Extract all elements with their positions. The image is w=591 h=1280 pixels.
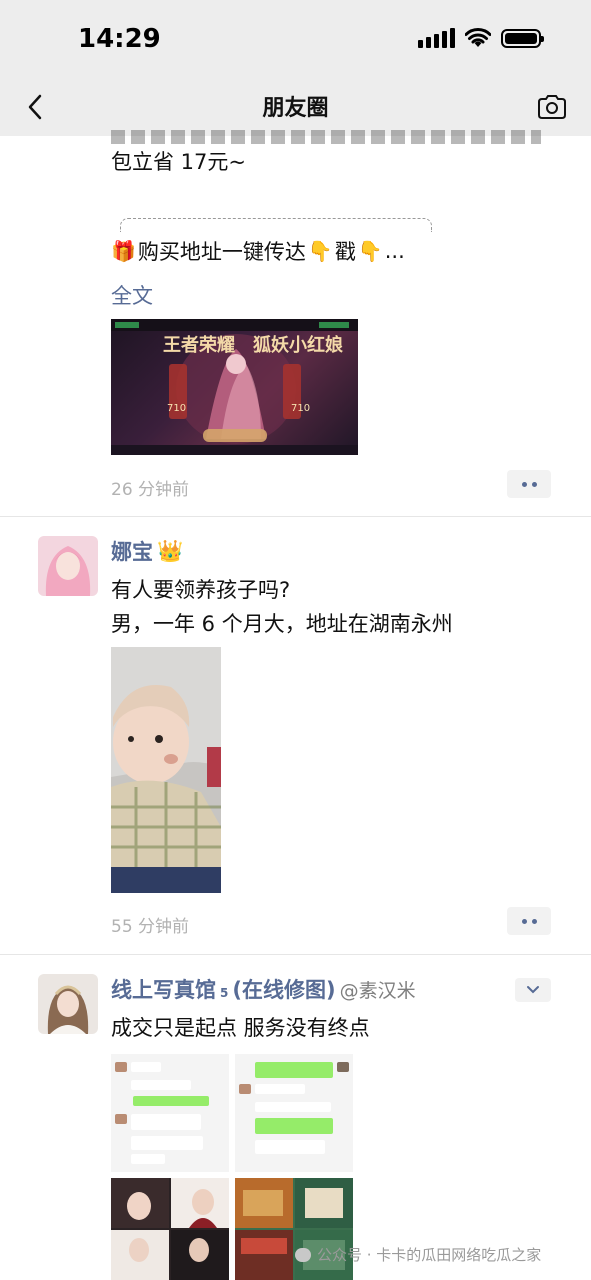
watermark: 公众号 · 卡卡的瓜田网络吃瓜之家 — [295, 1244, 541, 1265]
post-text-line: 成交只是起点 服务没有终点 — [111, 1016, 370, 1040]
gift-icon: 🎁 — [111, 239, 136, 263]
nav-bar: 朋友圈 — [0, 78, 591, 136]
more-dots-icon — [531, 918, 537, 924]
post-text-cutoff — [111, 130, 541, 144]
post-text-line: 有人要领养孩子吗? — [111, 578, 291, 602]
status-bar: 14:29 — [0, 0, 591, 78]
post-image-chat-screenshot[interactable] — [235, 1054, 353, 1172]
svg-text:710: 710 — [291, 403, 310, 414]
chevron-down-icon — [527, 986, 539, 994]
avatar-image — [38, 974, 98, 1034]
author-suffix[interactable]: (在线修图) — [232, 974, 335, 1004]
more-dots-icon — [521, 481, 527, 487]
portrait-collage-artwork — [111, 1178, 229, 1280]
wechat-logo-icon — [295, 1247, 311, 1262]
svg-text:狐妖小红娘: 狐妖小红娘 — [253, 334, 343, 356]
more-actions-button[interactable] — [507, 907, 551, 935]
svg-text:710: 710 — [167, 403, 186, 414]
status-time: 14:29 — [78, 24, 161, 54]
game-ad-artwork: 王者荣耀 狐妖小红娘 710 710 — [111, 319, 358, 455]
baby-photo-artwork — [111, 647, 221, 893]
post-timestamp: 26 分钟前 — [111, 480, 190, 500]
author-handle: @素汉米 — [339, 980, 416, 1002]
bracket-decoration — [120, 218, 432, 232]
avatar-image — [38, 536, 98, 596]
author-name[interactable]: 娜宝 — [111, 536, 153, 566]
post-author[interactable]: 娜宝 👑 — [111, 536, 183, 566]
signal-icon — [418, 28, 455, 48]
post-text-line: 男，一年 6 个月大，地址在湖南永州 — [111, 612, 453, 636]
camera-icon — [538, 95, 566, 119]
wifi-icon — [465, 28, 491, 47]
svg-text:王者荣耀: 王者荣耀 — [163, 334, 235, 356]
collapse-post-button[interactable] — [515, 978, 551, 1002]
more-dots-icon — [531, 481, 537, 487]
post-divider — [0, 954, 591, 955]
avatar[interactable] — [38, 536, 98, 596]
battery-icon — [501, 28, 544, 48]
more-dots-icon — [521, 918, 527, 924]
author-superscript: 5 — [220, 986, 229, 1000]
post-image-chat-screenshot[interactable] — [111, 1054, 229, 1172]
pointing-down-icon: 👇 — [357, 239, 383, 263]
post-timestamp: 55 分钟前 — [111, 917, 190, 937]
pointing-down-icon: 👇 — [307, 239, 333, 263]
post-text-line: 包立省 17元~ — [111, 150, 246, 174]
more-actions-button[interactable] — [507, 470, 551, 498]
post-author[interactable]: 线上写真馆 5 (在线修图) @素汉米 — [111, 974, 416, 1004]
post-image-game-ad[interactable]: 王者荣耀 狐妖小红娘 710 710 — [111, 319, 358, 455]
page-title: 朋友圈 — [262, 96, 329, 121]
status-icons — [418, 28, 544, 48]
author-name[interactable]: 线上写真馆 — [111, 974, 216, 1004]
post-divider — [0, 516, 591, 517]
post-text-line: 🎁 购买地址一键传达 👇 戳 👇 ... — [111, 239, 405, 264]
camera-button[interactable] — [535, 90, 569, 124]
expand-full-text-link[interactable]: 全文 — [111, 280, 153, 310]
crown-icon: 👑 — [157, 538, 184, 563]
post-image-baby-photo[interactable] — [111, 647, 221, 893]
avatar[interactable] — [38, 974, 98, 1034]
post-image-portrait-collage[interactable] — [111, 1178, 229, 1280]
